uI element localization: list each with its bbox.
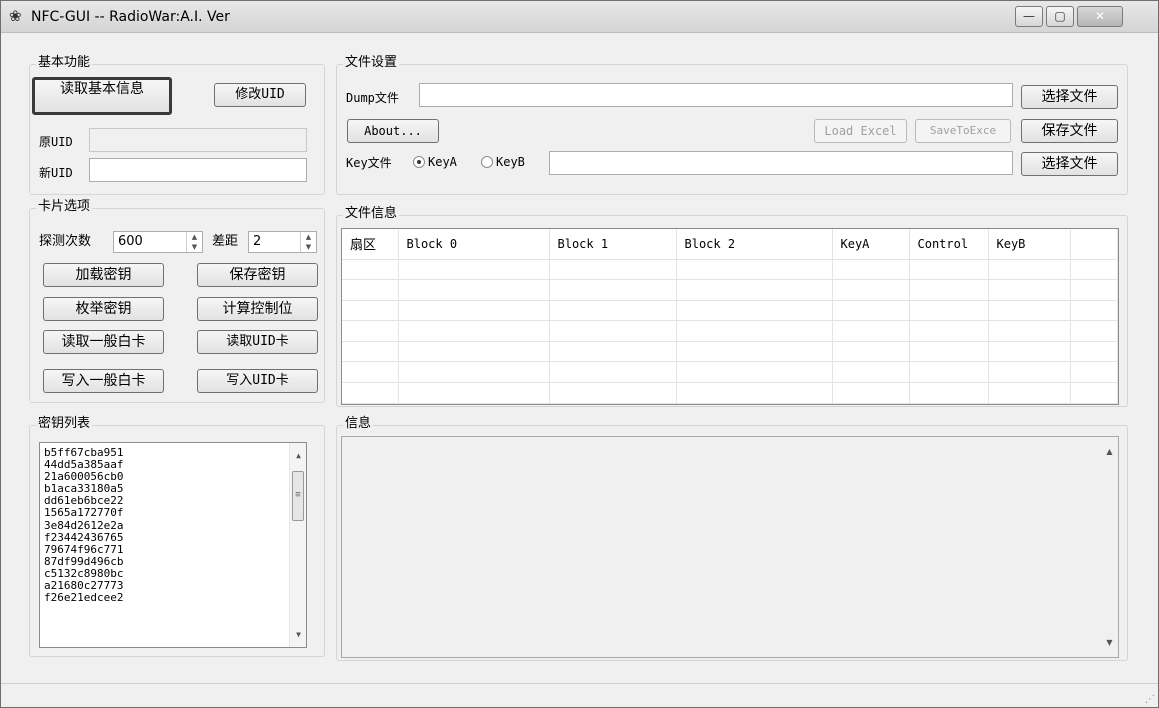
info-textarea[interactable]: ▲ ▼: [341, 436, 1119, 658]
about-button[interactable]: About...: [347, 119, 439, 143]
enum-keys-button[interactable]: 枚举密钥: [43, 297, 164, 321]
load-keys-button[interactable]: 加载密钥: [43, 263, 164, 287]
orig-uid-label: 原UID: [39, 135, 73, 149]
minimize-button[interactable]: —: [1015, 6, 1043, 27]
scroll-down-icon[interactable]: ▼: [290, 626, 306, 643]
maximize-button[interactable]: ▢: [1046, 6, 1074, 27]
card-options-legend: 卡片选项: [36, 199, 93, 215]
key-list-scrollbar[interactable]: ▲ ≡ ▼: [289, 443, 306, 647]
diff-arrows-icon[interactable]: ▲ ▼: [300, 232, 316, 252]
modify-uid-button[interactable]: 修改UID: [214, 83, 306, 107]
orig-uid-field[interactable]: [89, 128, 307, 152]
column-header[interactable]: 扇区: [342, 229, 399, 260]
column-header[interactable]: KeyB: [988, 229, 1071, 260]
table-row[interactable]: [342, 300, 1118, 322]
dump-file-label: Dump文件: [346, 91, 399, 105]
save-keys-button[interactable]: 保存密钥: [197, 263, 318, 287]
app-icon: ❀: [9, 7, 22, 25]
app-window: ❀ NFC-GUI -- RadioWar:A.I. Ver — ▢ ✕ 基本功…: [0, 0, 1159, 708]
probe-count-arrows-icon[interactable]: ▲ ▼: [186, 232, 202, 252]
write-uid-card-button[interactable]: 写入UID卡: [197, 369, 318, 393]
list-item[interactable]: f23442436765: [44, 531, 306, 544]
key-a-radio[interactable]: KeyA: [413, 154, 457, 170]
write-normal-card-button[interactable]: 写入一般白卡: [43, 369, 164, 393]
key-list-legend: 密钥列表: [36, 416, 93, 432]
basic-functions-legend: 基本功能: [36, 55, 93, 71]
calc-control-bits-button[interactable]: 计算控制位: [197, 297, 318, 321]
table-row[interactable]: [342, 382, 1118, 404]
list-item[interactable]: 1565a172770f: [44, 507, 306, 519]
file-settings-legend: 文件设置: [343, 55, 400, 71]
table-row[interactable]: [342, 320, 1118, 342]
title-bar[interactable]: ❀ NFC-GUI -- RadioWar:A.I. Ver — ▢ ✕: [1, 1, 1158, 33]
list-item[interactable]: f26e21edcee2: [44, 592, 306, 604]
column-header[interactable]: KeyA: [832, 229, 910, 260]
key-a-radio-dot: [413, 156, 425, 168]
save-file-button[interactable]: 保存文件: [1021, 119, 1118, 143]
read-normal-card-button[interactable]: 读取一般白卡: [43, 330, 164, 354]
column-header[interactable]: Control: [909, 229, 989, 260]
diff-label: 差距: [212, 234, 239, 249]
column-header[interactable]: Block 1: [549, 229, 677, 260]
key-listbox[interactable]: b5ff67cba951 44dd5a385aaf 21a600056cb0 b…: [39, 442, 307, 648]
window-title: NFC-GUI -- RadioWar:A.I. Ver: [31, 9, 230, 25]
select-key-file-button[interactable]: 选择文件: [1021, 152, 1118, 176]
status-bar: ⋰: [1, 683, 1158, 707]
read-uid-card-button[interactable]: 读取UID卡: [197, 330, 318, 354]
column-header[interactable]: [1070, 229, 1118, 260]
load-excel-button[interactable]: Load Excel: [814, 119, 907, 143]
probe-count-label: 探测次数: [39, 234, 92, 249]
read-basic-info-button[interactable]: 读取基本信息: [32, 77, 172, 115]
new-uid-field[interactable]: [89, 158, 307, 182]
info-legend: 信息: [343, 416, 374, 432]
save-to-excel-button[interactable]: SaveToExce: [915, 119, 1011, 143]
probe-count-spinner[interactable]: 600 ▲ ▼: [113, 231, 203, 253]
column-header[interactable]: Block 0: [398, 229, 550, 260]
table-row[interactable]: [342, 361, 1118, 384]
table-header-row: 扇区 Block 0 Block 1 Block 2 KeyA Control …: [342, 229, 1118, 260]
key-b-radio-dot: [481, 156, 493, 168]
key-file-label: Key文件: [346, 156, 392, 170]
table-row[interactable]: [342, 341, 1118, 363]
key-a-label: KeyA: [428, 155, 457, 169]
dump-file-field[interactable]: [419, 83, 1013, 107]
new-uid-label: 新UID: [39, 166, 73, 180]
key-b-radio[interactable]: KeyB: [481, 154, 525, 170]
scroll-up-icon[interactable]: ▲: [290, 447, 306, 464]
file-info-table: 扇区 Block 0 Block 1 Block 2 KeyA Control …: [342, 229, 1118, 404]
probe-count-value: 600: [118, 234, 143, 249]
info-scrollbar[interactable]: ▲ ▼: [1101, 437, 1118, 657]
scroll-down-icon[interactable]: ▼: [1101, 634, 1118, 651]
diff-value: 2: [253, 234, 262, 249]
file-info-legend: 文件信息: [343, 206, 400, 222]
list-item[interactable]: 3e84d2612e2a: [44, 519, 306, 532]
resize-grip-icon[interactable]: ⋰: [1145, 694, 1155, 705]
scroll-up-icon[interactable]: ▲: [1101, 443, 1118, 460]
close-button[interactable]: ✕: [1077, 6, 1123, 27]
file-info-grid[interactable]: 扇区 Block 0 Block 1 Block 2 KeyA Control …: [341, 228, 1119, 405]
key-b-label: KeyB: [496, 155, 525, 169]
table-row[interactable]: [342, 279, 1118, 301]
select-dump-file-button[interactable]: 选择文件: [1021, 85, 1118, 109]
column-header[interactable]: Block 2: [676, 229, 833, 260]
table-row[interactable]: [342, 259, 1118, 281]
scroll-thumb[interactable]: ≡: [292, 471, 304, 521]
key-file-field[interactable]: [549, 151, 1013, 175]
diff-spinner[interactable]: 2 ▲ ▼: [248, 231, 317, 253]
